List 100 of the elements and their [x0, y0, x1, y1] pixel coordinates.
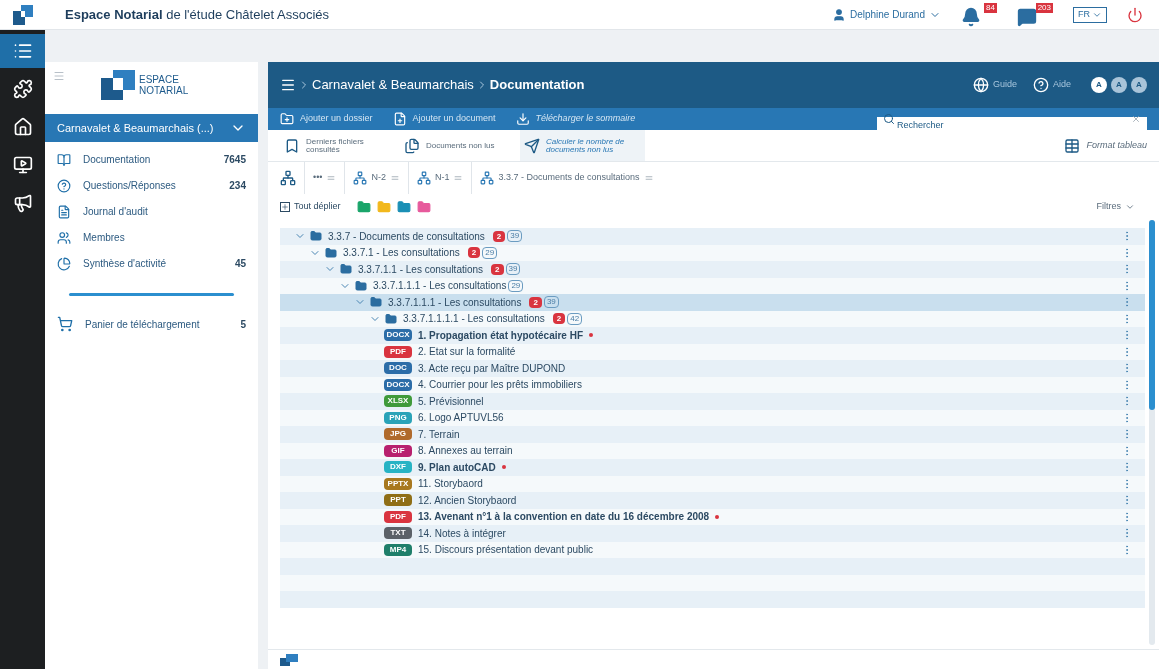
file-name[interactable]: 7. Terrain: [418, 426, 460, 442]
user-menu[interactable]: Delphine Durand: [831, 7, 941, 22]
tree-row[interactable]: PPT 12. Ancien Storybaord: [280, 492, 1145, 509]
folder-name[interactable]: 3.3.7.1.1.1 - Les consultations: [388, 294, 522, 310]
file-type-badge: JPG: [384, 428, 412, 441]
unread-badge: 2: [552, 313, 566, 325]
tree-row[interactable]: 3.3.7.1.1.1 - Les consultations 2 39: [280, 294, 1145, 311]
documents-icon: [404, 137, 420, 154]
hierarchy-icon[interactable]: [280, 170, 296, 186]
tree-row[interactable]: JPG 7. Terrain: [280, 426, 1145, 443]
toolbar-button[interactable]: Télécharger le sommaire: [515, 112, 636, 126]
notifications-button[interactable]: 84: [961, 2, 997, 27]
paper-plane-icon: [524, 137, 540, 154]
tree-row[interactable]: 3.3.7 - Documents de consultations 2 39: [280, 228, 1145, 245]
tree-row[interactable]: TXT 14. Notes à intégrer: [280, 525, 1145, 542]
folder-icon: [355, 279, 367, 292]
folder-plus-icon: [280, 112, 294, 126]
question-icon: [57, 178, 71, 193]
nav-label: Membres: [83, 231, 126, 245]
tree-row[interactable]: DOC 3. Acte reçu par Maître DUPOND: [280, 360, 1145, 377]
expand-all-button[interactable]: Tout déplier: [280, 200, 341, 214]
workspace-select[interactable]: Carnavalet & Beaumarchais (...): [45, 114, 258, 142]
messages-button[interactable]: 203: [1017, 2, 1053, 27]
file-name[interactable]: 11. Storybaord: [418, 476, 483, 492]
text-size-button[interactable]: A: [1131, 77, 1147, 93]
file-name[interactable]: 4. Courrier pour les prêts immobiliers: [418, 377, 582, 393]
folder-name[interactable]: 3.3.7.1.1.1 - Les consultations: [373, 278, 507, 294]
file-type-badge: DXF: [384, 461, 412, 474]
filters-button[interactable]: Filtres: [1096, 200, 1135, 214]
file-name[interactable]: 12. Ancien Storybaord: [418, 492, 517, 508]
nav-count: 45: [234, 257, 246, 271]
toolbar-button[interactable]: Ajouter un dossier: [280, 112, 373, 126]
folder-filter-icon[interactable]: [356, 200, 371, 214]
nav-item[interactable]: Documentation 7645: [57, 150, 246, 169]
folder-filter-icon[interactable]: [416, 200, 431, 214]
menu-icon[interactable]: [280, 77, 296, 93]
toolbar-button[interactable]: Ajouter un document: [392, 112, 496, 126]
table-format-button[interactable]: Format tableau: [1064, 137, 1147, 154]
hierarchy-icon: [480, 171, 495, 185]
path-item[interactable]: •••: [304, 162, 337, 194]
breadcrumb-link[interactable]: Documentation: [489, 75, 585, 95]
unread-badge: 2: [491, 263, 504, 275]
breadcrumb-link[interactable]: Carnavalet & Beaumarchais: [312, 75, 474, 95]
path-item[interactable]: N-2: [344, 162, 400, 194]
path-item[interactable]: 3.3.7 - Documents de consultations: [471, 162, 654, 194]
unread-badge: 2: [492, 230, 506, 242]
folder-name[interactable]: 3.3.7 - Documents de consultations: [328, 228, 485, 244]
equal-icon: [389, 173, 400, 183]
scrollbar[interactable]: [1149, 220, 1155, 645]
folder-name[interactable]: 3.3.7.1.1 - Les consultations: [358, 261, 484, 277]
file-type-badge: MP4: [384, 543, 412, 556]
globe-icon: [972, 77, 989, 93]
folder-filter-icon[interactable]: [376, 200, 391, 214]
nav-item[interactable]: Synthèse d'activité 45: [57, 254, 246, 273]
nav-item[interactable]: Membres: [57, 228, 246, 247]
folder-icon: [325, 246, 337, 259]
folder-name[interactable]: 3.3.7.1 - Les consultations: [343, 245, 460, 261]
folder-name[interactable]: 3.3.7.1.1.1.1 - Les consultations: [403, 311, 545, 327]
language-select[interactable]: FR: [1073, 6, 1107, 23]
path-item[interactable]: N-1: [407, 162, 464, 194]
nav-item[interactable]: Questions/Réponses 234: [57, 176, 246, 195]
file-name[interactable]: 3. Acte reçu par Maître DUPOND: [418, 360, 566, 376]
file-name[interactable]: 8. Annexes au terrain: [418, 443, 513, 459]
nav-label: Journal d'audit: [83, 205, 149, 219]
nav-item[interactable]: Journal d'audit: [57, 202, 246, 221]
text-size-button[interactable]: A: [1091, 77, 1107, 93]
folder-filter-icon[interactable]: [396, 200, 411, 214]
file-name[interactable]: 9. Plan autoCAD: [418, 459, 496, 475]
file-name[interactable]: 15. Discours présentation devant public: [418, 542, 594, 558]
file-name[interactable]: 6. Logo APTUVL56: [418, 410, 504, 426]
cart-item[interactable]: Panier de téléchargement 5: [45, 316, 258, 332]
quick-action[interactable]: Derniers fichiers consultés: [280, 130, 380, 161]
count-badge: 29: [482, 246, 498, 259]
text-size-button[interactable]: A: [1111, 77, 1127, 93]
file-name[interactable]: 2. Etat sur la formalité: [418, 344, 516, 360]
file-name[interactable]: 5. Prévisionnel: [418, 393, 484, 409]
file-name[interactable]: 13. Avenant n°1 à la convention en date du 16 décembre 2008: [418, 509, 710, 525]
home-icon: [12, 117, 33, 137]
tree-row[interactable]: 3.3.7.1.1 - Les consultations 2 39: [280, 261, 1145, 278]
count-badge: 39: [507, 230, 523, 243]
clear-icon[interactable]: [1131, 114, 1141, 124]
guide-link[interactable]: Guide: [972, 77, 1017, 93]
power-icon[interactable]: [1127, 6, 1143, 23]
count-badge: 39: [505, 263, 521, 276]
help-link[interactable]: Aide: [1033, 77, 1071, 93]
message-icon: [1017, 6, 1037, 27]
search-field[interactable]: Rechercher: [877, 117, 1147, 133]
file-type-badge: DOC: [384, 362, 412, 375]
quick-action[interactable]: Calculer le nombre de documents non lus: [520, 130, 645, 161]
notification-count: 84: [984, 2, 997, 13]
logo-text: ESPACE: [139, 74, 180, 85]
file-type-badge: DOCX: [384, 378, 412, 391]
file-type-badge: XLSX: [384, 395, 412, 408]
file-name[interactable]: 14. Notes à intégrer: [418, 525, 506, 541]
equal-icon: [453, 173, 464, 183]
tree-row[interactable]: XLSX 5. Prévisionnel: [280, 393, 1145, 410]
file-name[interactable]: 1. Propagation état hypotécaire HF: [418, 327, 584, 343]
tree-row[interactable]: DXF 9. Plan autoCAD: [280, 459, 1145, 476]
quick-action[interactable]: Documents non lus: [400, 130, 500, 161]
tree-row[interactable]: DOCX 1. Propagation état hypotécaire HF: [280, 327, 1145, 344]
